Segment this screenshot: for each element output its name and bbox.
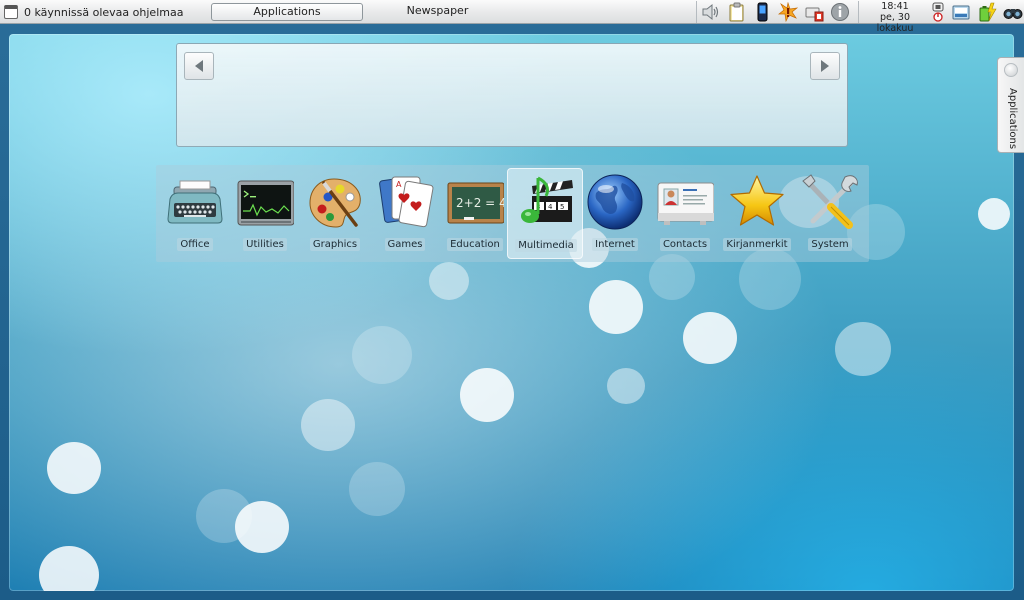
svg-text:A: A <box>396 180 402 189</box>
applications-side-tab[interactable]: Applications <box>997 57 1024 153</box>
speaker-icon[interactable] <box>700 2 720 22</box>
svg-text:5: 5 <box>560 203 564 211</box>
palette-icon <box>306 173 364 231</box>
newspaper-widget <box>176 43 848 147</box>
phone-icon[interactable] <box>752 2 772 22</box>
launcher-label: Games <box>384 238 426 251</box>
star-icon <box>728 173 786 231</box>
applications-button[interactable]: Applications <box>211 3 363 21</box>
chalkboard-icon: 2+2 = 4 <box>446 173 507 231</box>
terminal-icon <box>236 173 295 231</box>
battery-charging-icon[interactable] <box>977 2 997 22</box>
launcher-label: Internet <box>592 238 638 251</box>
typewriter-icon <box>166 173 224 231</box>
chalkboard-text: 2+2 = 4 <box>456 196 504 210</box>
clipboard-icon[interactable] <box>726 2 746 22</box>
bokeh-circle <box>352 326 412 384</box>
launcher-item-contacts[interactable]: Contacts <box>650 165 720 262</box>
launcher-item-internet[interactable]: Internet <box>580 165 650 262</box>
bokeh-circle <box>683 312 737 364</box>
power-icon[interactable] <box>931 2 945 22</box>
system-tray <box>700 0 856 24</box>
bokeh-circle <box>349 462 405 516</box>
launcher-item-education[interactable]: 2+2 = 4 Education <box>440 165 510 262</box>
launcher-item-office[interactable]: Office <box>160 165 230 262</box>
tray-separator <box>858 1 859 23</box>
newspaper-button[interactable]: Newspaper <box>395 3 480 21</box>
globe-icon <box>586 173 644 231</box>
bokeh-circle <box>196 489 252 543</box>
bokeh-circle <box>835 322 891 376</box>
top-panel: 0 käynnissä olevaa ohjelmaa Applications… <box>0 0 1024 34</box>
clock-date: pe, 30 lokakuu <box>876 12 914 34</box>
tray-separator <box>696 1 697 23</box>
bokeh-circle <box>460 368 514 422</box>
running-programs-label: 0 käynnissä olevaa ohjelmaa <box>24 5 184 19</box>
bokeh-circle <box>978 198 1010 230</box>
launcher-label: Graphics <box>309 238 361 251</box>
launcher-item-multimedia[interactable]: 345 Multimedia <box>507 168 583 259</box>
launcher-label: Kirjanmerkit <box>723 238 791 251</box>
bokeh-circle <box>607 368 645 404</box>
info-icon[interactable] <box>830 2 850 22</box>
bokeh-circle <box>301 399 355 451</box>
system-tray-right <box>931 0 1024 24</box>
task-manager[interactable]: 0 käynnissä olevaa ohjelmaa <box>4 2 183 22</box>
launcher-item-games[interactable]: A Games <box>370 165 440 262</box>
bokeh-circle <box>39 546 99 591</box>
launcher-item-utilities[interactable]: Utilities <box>230 165 300 262</box>
launcher-label: System <box>808 238 852 251</box>
id-card-icon <box>656 173 715 231</box>
window-icon <box>4 5 18 19</box>
battery-monitor-icon[interactable] <box>804 2 824 22</box>
arrow-left-icon <box>195 60 203 72</box>
binoculars-icon[interactable] <box>1003 2 1023 22</box>
next-page-button[interactable] <box>810 52 840 80</box>
update-manager-icon[interactable] <box>951 2 971 22</box>
launcher-label: Education <box>447 238 503 251</box>
bokeh-circle <box>589 280 643 334</box>
side-tab-label: Applications <box>1007 88 1018 150</box>
launcher-label: Office <box>177 238 213 251</box>
launcher-label: Multimedia <box>515 239 577 252</box>
clapperboard-note-icon: 345 <box>516 174 574 232</box>
application-launcher: Office Utilities Graphics A Games 2+2 = … <box>156 165 869 262</box>
bokeh-circle <box>429 262 469 300</box>
clock-time: 18:41 <box>881 1 909 12</box>
launcher-label: Contacts <box>659 238 711 251</box>
network-alert-icon[interactable] <box>778 2 798 22</box>
bokeh-circle <box>47 442 101 494</box>
arrow-right-icon <box>821 60 829 72</box>
clock[interactable]: 18:41 pe, 30 lokakuu <box>862 0 928 34</box>
launcher-item-bookmarks[interactable]: Kirjanmerkit <box>722 165 792 262</box>
tools-icon <box>801 173 859 231</box>
launcher-label: Utilities <box>243 238 287 251</box>
launcher-item-graphics[interactable]: Graphics <box>300 165 370 262</box>
svg-text:4: 4 <box>548 203 553 211</box>
previous-page-button[interactable] <box>184 52 214 80</box>
handle-icon[interactable] <box>1004 63 1018 77</box>
playing-cards-icon: A <box>376 173 434 231</box>
launcher-item-system[interactable]: System <box>795 165 865 262</box>
